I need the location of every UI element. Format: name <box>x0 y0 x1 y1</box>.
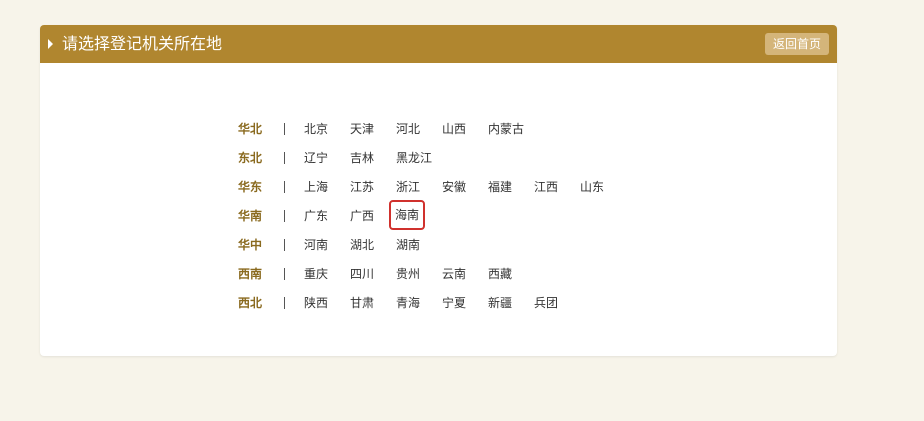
province-link[interactable]: 辽宁 <box>304 149 328 167</box>
province-link[interactable]: 吉林 <box>350 149 374 167</box>
province-link[interactable]: 陕西 <box>304 294 328 312</box>
province-link[interactable]: 黑龙江 <box>396 149 432 167</box>
province-link[interactable]: 广东 <box>304 207 328 225</box>
province-link[interactable]: 新疆 <box>488 294 512 312</box>
province-link[interactable]: 四川 <box>350 265 374 283</box>
province-link[interactable]: 贵州 <box>396 265 420 283</box>
region-selection-panel: 请选择登记机关所在地 返回首页 华北 北京 天津 河北 山西 内蒙古东北 辽宁 吉林 黑龙江华东… <box>40 25 837 356</box>
caret-right-icon <box>48 39 53 49</box>
province-link[interactable]: 重庆 <box>304 265 328 283</box>
province-link[interactable]: 宁夏 <box>442 294 466 312</box>
province-link[interactable]: 安徽 <box>442 178 466 196</box>
province-link-selected[interactable]: 海南 <box>388 200 426 230</box>
province-link[interactable]: 北京 <box>304 120 328 138</box>
province-link[interactable]: 河北 <box>396 120 420 138</box>
province-link[interactable]: 湖北 <box>350 236 374 254</box>
province-link[interactable]: 山西 <box>442 120 466 138</box>
region-separator <box>284 239 285 251</box>
region-label: 西北 <box>238 296 263 310</box>
region-row: 华东 上海 江苏 浙江 安徽 福建 江西 山东 <box>238 178 798 196</box>
province-link[interactable]: 山东 <box>580 178 604 196</box>
province-link[interactable]: 上海 <box>304 178 328 196</box>
panel-title: 请选择登记机关所在地 <box>62 34 223 53</box>
region-row: 华南 广东 广西 海南 <box>238 200 798 230</box>
province-link[interactable]: 兵团 <box>534 294 558 312</box>
province-link[interactable]: 江苏 <box>350 178 374 196</box>
region-separator <box>284 297 285 309</box>
region-row: 华北 北京 天津 河北 山西 内蒙古 <box>238 120 798 138</box>
region-separator <box>284 152 285 164</box>
region-label: 西南 <box>238 267 263 281</box>
province-link[interactable]: 江西 <box>534 178 558 196</box>
province-link[interactable]: 河南 <box>304 236 328 254</box>
province-link[interactable]: 湖南 <box>396 236 420 254</box>
region-row: 西北 陕西 甘肃 青海 宁夏 新疆 兵团 <box>238 294 798 312</box>
province-link[interactable]: 云南 <box>442 265 466 283</box>
province-link[interactable]: 浙江 <box>396 178 420 196</box>
region-label: 华东 <box>238 180 263 194</box>
province-link[interactable]: 福建 <box>488 178 512 196</box>
region-row: 华中 河南 湖北 湖南 <box>238 236 798 254</box>
region-row: 东北 辽宁 吉林 黑龙江 <box>238 149 798 167</box>
region-separator <box>284 123 285 135</box>
province-link[interactable]: 广西 <box>350 207 374 225</box>
region-row: 西南 重庆 四川 贵州 云南 西藏 <box>238 265 798 283</box>
province-link[interactable]: 内蒙古 <box>488 120 524 138</box>
region-separator <box>284 268 285 280</box>
region-label: 东北 <box>238 151 263 165</box>
region-label: 华中 <box>238 238 263 252</box>
region-label: 华北 <box>238 122 263 136</box>
province-link[interactable]: 甘肃 <box>350 294 374 312</box>
region-separator <box>284 181 285 193</box>
region-separator <box>284 210 285 222</box>
back-home-button[interactable]: 返回首页 <box>765 33 829 55</box>
province-link[interactable]: 天津 <box>350 120 374 138</box>
panel-header: 请选择登记机关所在地 返回首页 <box>40 25 837 63</box>
region-label: 华南 <box>238 209 263 223</box>
province-link[interactable]: 西藏 <box>488 265 512 283</box>
province-link[interactable]: 青海 <box>396 294 420 312</box>
